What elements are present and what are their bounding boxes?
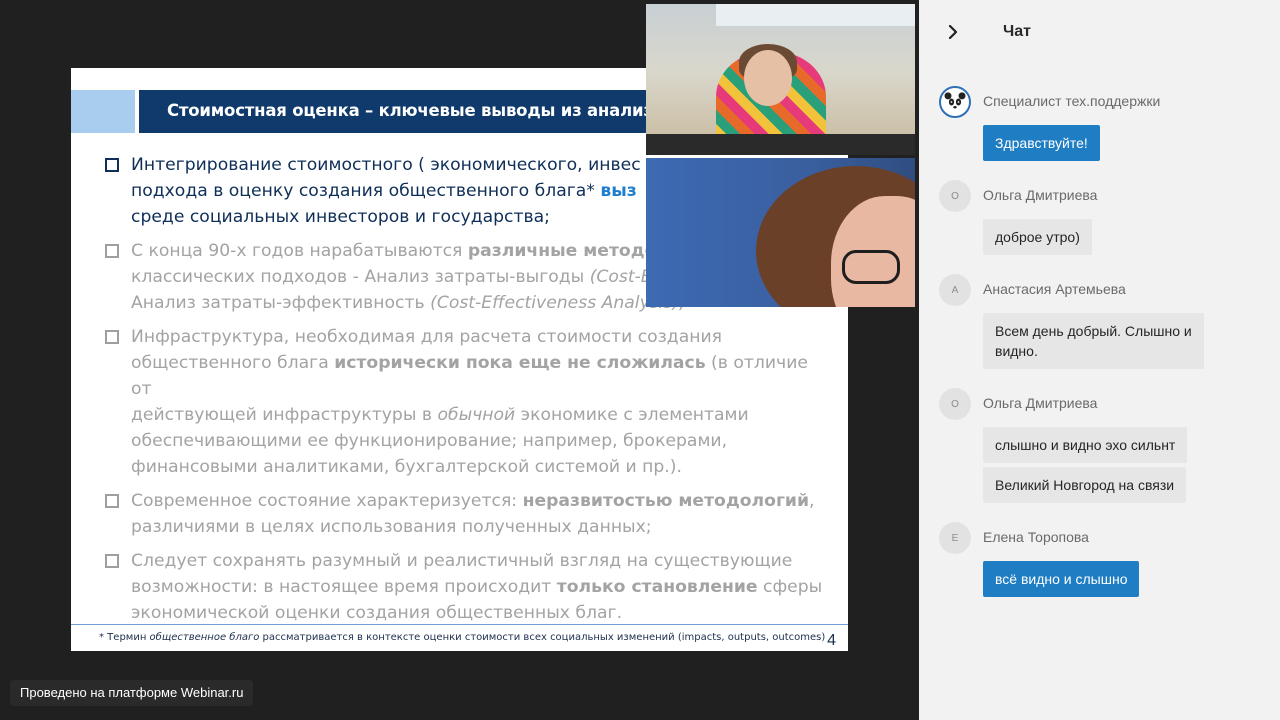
checkbox-bullet-icon — [105, 554, 119, 568]
bullet-text: сферы — [757, 577, 823, 597]
slide-page-number: 4 — [827, 632, 836, 649]
message-bubble: Великий Новгород на связи — [983, 467, 1187, 503]
chevron-right-icon[interactable] — [941, 20, 965, 44]
avatar: О — [939, 388, 971, 420]
footnote-term: общественное благо — [149, 632, 260, 643]
message-bubble: Здравствуйте! — [983, 125, 1100, 161]
chat-panel: Чат Специалист тех.поддержки Здравствуйте… — [919, 0, 1280, 720]
bullet-text: , — [809, 491, 815, 511]
message-author: Елена Торопова — [983, 529, 1089, 545]
bullet-text: экономике с элементами — [515, 405, 749, 425]
message-author: Анастасия Артемьева — [983, 281, 1126, 297]
bullet-text: Следует сохранять разумный и реалистичны… — [131, 551, 793, 571]
footnote-suffix: рассматривается в контексте оценки стоим… — [259, 632, 826, 643]
bullet-text: действующей инфраструктуры в — [131, 405, 438, 425]
message-bubble: доброе утро) — [983, 219, 1092, 255]
bullet-text: (Cost-B — [589, 267, 653, 287]
video-background-window — [716, 4, 915, 26]
slide-footer-divider — [71, 624, 848, 625]
slide-bullet: Инфраструктура, необходимая для расчета … — [103, 324, 833, 480]
bullet-text: финансовыми аналитиками, бухгалтерской с… — [131, 457, 682, 477]
avatar: Е — [939, 522, 971, 554]
avatar: А — [939, 274, 971, 306]
checkbox-bullet-icon — [105, 330, 119, 344]
bullet-text: Современное состояние характеризуется: — [131, 491, 523, 511]
participant-glasses — [842, 250, 900, 284]
slide-title-accent — [71, 90, 135, 133]
checkbox-bullet-icon — [105, 158, 119, 172]
platform-badge[interactable]: Проведено на платформе Webinar.ru — [10, 680, 254, 706]
bullet-text: С конца 90-х годов нарабатываются — [131, 241, 468, 261]
bullet-text: Инфраструктура, необходимая для расчета … — [131, 327, 722, 347]
checkbox-bullet-icon — [105, 244, 119, 258]
bullet-text: Интегрирование стоимостного ( экономичес… — [131, 155, 641, 175]
panda-icon — [939, 86, 971, 118]
bullet-text: обеспечивающими ее функционирование; нап… — [131, 431, 728, 451]
bullet-text: различные методол — [467, 241, 670, 261]
message-bubble: всё видно и слышно — [983, 561, 1140, 597]
message-author: Ольга Дмитриева — [983, 187, 1098, 203]
bullet-text: Анализ затраты-эффективность — [131, 293, 431, 313]
bullet-text: экономической оценки создания общественн… — [131, 603, 623, 623]
message-author: Ольга Дмитриева — [983, 395, 1098, 411]
slide-footnote: * Термин общественное благо рассматривае… — [99, 632, 825, 643]
bullet-text: возможности: в настоящее время происходи… — [131, 577, 557, 597]
bullet-text: исторически пока еще не сложилась — [334, 353, 706, 373]
bullet-text: неразвитостью методологий — [522, 491, 810, 511]
video-desk — [646, 134, 915, 155]
checkbox-bullet-icon — [105, 494, 119, 508]
slide-bullet: Современное состояние характеризуется: н… — [103, 488, 833, 540]
participant-video-1[interactable] — [646, 4, 915, 155]
message-bubble: слышно и видно эхо сильнт — [983, 427, 1188, 463]
bullet-text: выз — [600, 181, 637, 201]
slide-title: Стоимостная оценка – ключевые выводы из … — [167, 101, 694, 120]
slide-bullet: Следует сохранять разумный и реалистичны… — [103, 548, 833, 626]
message-author: Специалист тех.поддержки — [983, 93, 1161, 109]
avatar: О — [939, 180, 971, 212]
participant-face — [744, 50, 792, 106]
bullet-text: классических подходов - Анализ затраты-в… — [131, 267, 590, 287]
bullet-text: только становление — [556, 577, 758, 597]
bullet-text: различиями в целях использования получен… — [131, 517, 652, 537]
footnote-prefix: * Термин — [99, 632, 150, 643]
chat-header: Чат — [919, 0, 1280, 64]
bullet-text: подхода в оценку создания общественного … — [131, 181, 601, 201]
participant-video-2[interactable] — [646, 158, 915, 307]
message-bubble: Всем день добрый. Слышно и видно. — [983, 313, 1204, 369]
bullet-text: общественного блага — [131, 353, 335, 373]
bullet-text: среде социальных инвесторов и государств… — [131, 207, 550, 227]
bullet-text: обычной — [437, 405, 516, 425]
chat-title: Чат — [1003, 23, 1031, 40]
presentation-slide: Стоимостная оценка – ключевые выводы из … — [71, 68, 848, 651]
